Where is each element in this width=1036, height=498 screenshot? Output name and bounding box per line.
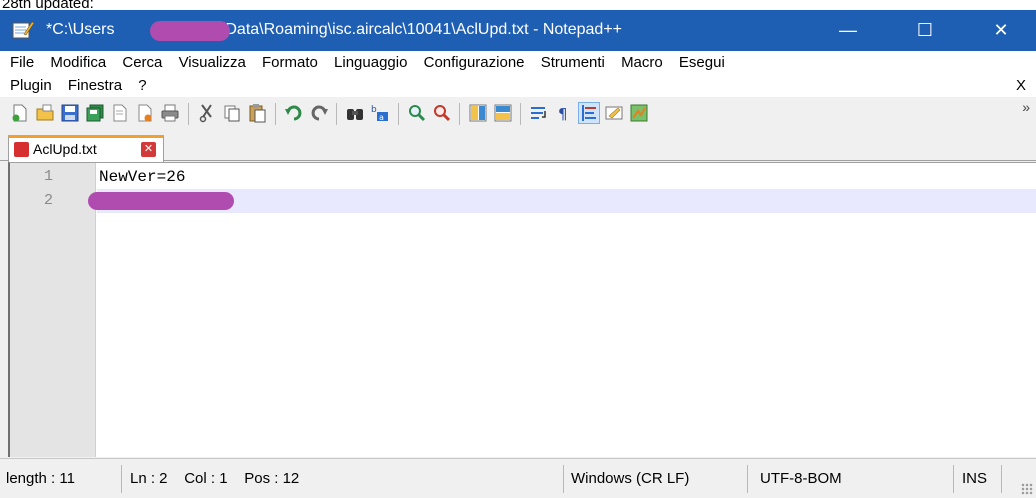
status-separator: [953, 465, 954, 493]
close-window-button[interactable]: ✕: [978, 10, 1024, 51]
menu-strumenti[interactable]: Strumenti: [541, 54, 605, 71]
doc-map-icon[interactable]: [629, 103, 649, 123]
save-icon[interactable]: [60, 103, 80, 123]
toolbar-separator: [398, 103, 399, 125]
tab-aclupd[interactable]: AclUpd.txt ✕: [8, 135, 164, 162]
status-separator: [121, 465, 122, 493]
menu-modifica[interactable]: Modifica: [50, 54, 106, 71]
close-document-button[interactable]: X: [1016, 75, 1026, 97]
udl-icon[interactable]: [604, 103, 624, 123]
page-caption: 28th updated:: [2, 0, 94, 10]
status-length: length : 11: [6, 470, 75, 487]
replace-icon[interactable]: ba: [370, 103, 390, 123]
resize-grip[interactable]: [1021, 483, 1033, 495]
save-all-icon[interactable]: [85, 103, 105, 123]
open-file-icon[interactable]: [35, 103, 55, 123]
line-number: 2: [44, 192, 54, 209]
paste-icon[interactable]: [247, 103, 267, 123]
word-wrap-icon[interactable]: [529, 103, 549, 123]
menu-finestra[interactable]: Finestra: [68, 77, 122, 94]
status-separator: [1001, 465, 1002, 493]
menu-macro[interactable]: Macro: [621, 54, 663, 71]
line-number: 1: [44, 168, 54, 185]
menu-linguaggio[interactable]: Linguaggio: [334, 54, 407, 71]
sync-vertical-icon[interactable]: [468, 103, 488, 123]
show-all-chars-icon[interactable]: ¶: [554, 103, 574, 123]
toolbar-separator: [459, 103, 460, 125]
undo-icon[interactable]: [284, 103, 304, 123]
menu-help[interactable]: ?: [138, 77, 146, 94]
find-icon[interactable]: [345, 103, 365, 123]
menu-cerca[interactable]: Cerca: [122, 54, 162, 71]
title-bar[interactable]: *C:\Users \AppData\Roaming\isc.aircalc\10…: [0, 10, 1036, 51]
cut-icon[interactable]: [197, 103, 217, 123]
zoom-out-icon[interactable]: [432, 103, 452, 123]
copy-icon[interactable]: [222, 103, 242, 123]
menu-bar: File Modifica Cerca Visualizza Formato L…: [0, 51, 1036, 97]
maximize-button[interactable]: ☐: [902, 10, 948, 51]
status-bar: length : 11 Ln : 2 Col : 1 Pos : 12 Wind…: [0, 458, 1036, 498]
tab-bar: AclUpd.txt ✕: [0, 131, 1036, 162]
minimize-button[interactable]: —: [825, 10, 871, 51]
unsaved-file-icon: [14, 142, 29, 157]
svg-text:a: a: [379, 113, 384, 122]
redo-icon[interactable]: [309, 103, 329, 123]
close-all-icon[interactable]: [135, 103, 155, 123]
status-separator: [747, 465, 748, 493]
menu-formato[interactable]: Formato: [262, 54, 318, 71]
toolbar-separator: [520, 103, 521, 125]
menu-configurazione[interactable]: Configurazione: [424, 54, 525, 71]
redaction-mark: [150, 21, 230, 41]
toolbar-overflow-button[interactable]: »: [1022, 99, 1030, 115]
new-file-icon[interactable]: [10, 103, 30, 123]
menu-esegui[interactable]: Esegui: [679, 54, 725, 71]
zoom-in-icon[interactable]: [407, 103, 427, 123]
menu-row-1: File Modifica Cerca Visualizza Formato L…: [10, 52, 737, 74]
status-position: Ln : 2 Col : 1 Pos : 12: [130, 470, 300, 487]
notepad-app-icon: [12, 21, 34, 39]
toolbar-separator: [336, 103, 337, 125]
status-eol: Windows (CR LF): [571, 470, 690, 487]
svg-text:b: b: [371, 105, 377, 115]
indent-guide-icon[interactable]: [578, 102, 600, 124]
title-prefix: *C:\Users: [46, 21, 115, 38]
toolbar-separator: [188, 103, 189, 125]
svg-text:¶: ¶: [558, 105, 568, 123]
status-insert-mode: INS: [962, 470, 988, 487]
editor[interactable]: 1 2 NewVer=26: [8, 162, 1036, 457]
tab-label: AclUpd.txt: [33, 141, 97, 157]
close-file-icon[interactable]: [110, 103, 130, 123]
window-title: *C:\Users \AppData\Roaming\isc.aircalc\10…: [46, 20, 622, 40]
menu-plugin[interactable]: Plugin: [10, 77, 52, 94]
toolbar: ba ¶ »: [0, 97, 1036, 131]
sync-horizontal-icon[interactable]: [493, 103, 513, 123]
editor-line-current[interactable]: [97, 189, 1036, 213]
print-icon[interactable]: [160, 103, 180, 123]
tab-close-icon[interactable]: ✕: [141, 142, 156, 157]
redaction-mark: [88, 192, 234, 210]
menu-file[interactable]: File: [10, 54, 34, 71]
toolbar-separator: [275, 103, 276, 125]
menu-row-2: Plugin Finestra ?: [10, 75, 159, 97]
status-separator: [563, 465, 564, 493]
editor-line[interactable]: NewVer=26: [97, 165, 1036, 189]
notepad-window: *C:\Users \AppData\Roaming\isc.aircalc\10…: [0, 10, 1036, 498]
menu-visualizza[interactable]: Visualizza: [179, 54, 246, 71]
status-encoding: UTF-8-BOM: [760, 470, 842, 487]
title-suffix: \AppData\Roaming\isc.aircalc\10041\AclUp…: [192, 21, 623, 38]
